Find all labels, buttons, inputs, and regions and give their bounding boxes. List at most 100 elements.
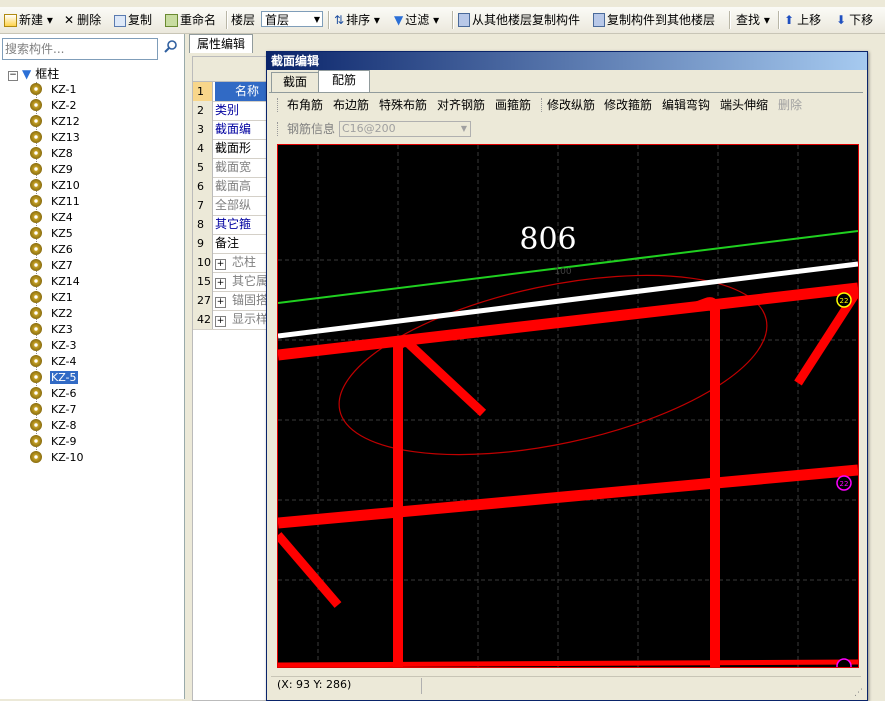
tree-item[interactable]: KZ9 bbox=[30, 162, 74, 178]
column-icon bbox=[30, 275, 42, 287]
tree-root[interactable]: − ▼ 框柱 bbox=[8, 66, 59, 82]
expand-icon[interactable]: + bbox=[215, 278, 226, 289]
filter-button[interactable]: ▼ 过滤 ▾ bbox=[394, 11, 439, 29]
tree-item[interactable]: KZ-10 bbox=[30, 450, 85, 466]
tree-item-label: KZ-4 bbox=[51, 355, 77, 368]
expand-icon[interactable]: + bbox=[215, 316, 226, 327]
tree-item[interactable]: KZ1 bbox=[30, 290, 74, 306]
tree-item[interactable]: KZ7 bbox=[30, 258, 74, 274]
rebar-info-select[interactable]: C16@200 ▼ bbox=[339, 121, 471, 137]
rebar-tool-button[interactable]: 编辑弯钩 bbox=[662, 96, 710, 114]
property-name-text: 其它箍 bbox=[215, 217, 252, 231]
delete-button[interactable]: ✕ 删除 bbox=[64, 11, 101, 29]
filter-icon: ▼ bbox=[22, 67, 32, 81]
tree-item[interactable]: KZ-2 bbox=[30, 98, 78, 114]
tree-item[interactable]: KZ-4 bbox=[30, 354, 78, 370]
property-name: 其它箍 bbox=[215, 215, 251, 234]
rebar-tool-button[interactable]: 修改箍筋 bbox=[604, 96, 652, 114]
rebar-marker-partial[interactable] bbox=[836, 658, 852, 674]
floor-select[interactable]: 首层 ▼ bbox=[261, 11, 323, 27]
search-input[interactable]: 搜索构件... bbox=[2, 38, 158, 60]
rebar-tool-button[interactable]: 画箍筋 bbox=[495, 96, 531, 114]
tree-item[interactable]: KZ12 bbox=[30, 114, 81, 130]
tab-property-edit[interactable]: 属性编辑 bbox=[189, 34, 253, 53]
move-up-button[interactable]: ⬆ 上移 bbox=[784, 11, 821, 29]
move-down-button[interactable]: ⬇ 下移 bbox=[836, 11, 873, 29]
expand-icon[interactable]: + bbox=[215, 297, 226, 308]
tree-item[interactable]: KZ3 bbox=[30, 322, 74, 338]
tree-item[interactable]: KZ-5 bbox=[30, 370, 78, 386]
tree-item[interactable]: KZ-9 bbox=[30, 434, 78, 450]
tab-section[interactable]: 截面 bbox=[271, 72, 319, 92]
tree-item[interactable]: KZ13 bbox=[30, 130, 81, 146]
tree-item[interactable]: KZ-3 bbox=[30, 338, 78, 354]
tree-item-label: KZ-3 bbox=[51, 339, 77, 352]
property-name: 全部纵 bbox=[215, 196, 251, 215]
tree-item[interactable]: KZ6 bbox=[30, 242, 74, 258]
property-name-text: 备注 bbox=[215, 236, 240, 250]
copy-from-other-floor-button[interactable]: 从其他楼层复制构件 bbox=[458, 11, 580, 29]
property-name-text: 全部纵 bbox=[215, 198, 252, 212]
property-name-text: 截面宽 bbox=[215, 160, 252, 174]
property-name-text: 其它属 bbox=[232, 274, 269, 288]
expand-icon[interactable]: + bbox=[215, 259, 226, 270]
tree-item[interactable]: KZ10 bbox=[30, 178, 81, 194]
tree-item-label: KZ11 bbox=[51, 195, 80, 208]
rebar-tool-button[interactable]: 对齐钢筋 bbox=[437, 96, 485, 114]
tree-item-label: KZ6 bbox=[51, 243, 73, 256]
rebar-marker-label: 22 bbox=[840, 297, 849, 305]
copy-to-other-floor-button[interactable]: 复制构件到其他楼层 bbox=[593, 11, 715, 29]
tree-item[interactable]: KZ-7 bbox=[30, 402, 78, 418]
column-icon bbox=[30, 451, 42, 463]
rebars bbox=[274, 282, 862, 668]
tree-item-label: KZ13 bbox=[51, 131, 80, 144]
property-name-text: 显示样 bbox=[232, 312, 269, 326]
column-icon bbox=[30, 83, 42, 95]
search-icon[interactable] bbox=[160, 38, 182, 60]
tree-item[interactable]: KZ8 bbox=[30, 146, 74, 162]
rebar-tool-button[interactable]: 布角筋 bbox=[287, 96, 323, 114]
chevron-down-icon: ▼ bbox=[313, 15, 320, 24]
delete-icon: ✕ bbox=[64, 13, 75, 27]
column-icon bbox=[30, 339, 42, 351]
rebar-tool-button[interactable]: 删除 bbox=[778, 96, 802, 114]
column-icon bbox=[30, 387, 42, 399]
collapse-icon[interactable]: − bbox=[8, 71, 18, 81]
row-number: 5 bbox=[193, 158, 213, 177]
column-icon bbox=[30, 419, 42, 431]
property-name: + 显示样 bbox=[215, 310, 268, 329]
find-button[interactable]: 查找 ▾ bbox=[736, 11, 770, 29]
rebar-tool-button[interactable]: 端头伸缩 bbox=[720, 96, 768, 114]
tree-item[interactable]: KZ-6 bbox=[30, 386, 78, 402]
floor-label: 楼层 bbox=[231, 13, 256, 27]
tree-item[interactable]: KZ-8 bbox=[30, 418, 78, 434]
tree-item-label: KZ10 bbox=[51, 179, 80, 192]
tab-rebar[interactable]: 配筋 bbox=[318, 70, 370, 93]
toolbar-grip bbox=[277, 98, 280, 112]
tree-item[interactable]: KZ-1 bbox=[30, 82, 78, 98]
copy-floor-icon bbox=[593, 13, 605, 27]
drawing-canvas[interactable]: 22 22 806 100 bbox=[274, 144, 862, 674]
rename-button[interactable]: 重命名 bbox=[165, 11, 216, 29]
resize-grip-icon[interactable]: ⋰ bbox=[854, 688, 863, 698]
property-name-text: 截面形 bbox=[215, 141, 252, 155]
toolbar-separator bbox=[452, 11, 454, 29]
tree-item[interactable]: KZ2 bbox=[30, 306, 74, 322]
property-name: 截面形 bbox=[215, 139, 251, 158]
rename-icon bbox=[165, 14, 178, 27]
rebar-tool-button[interactable]: 布边筋 bbox=[333, 96, 369, 114]
tree-item[interactable]: KZ14 bbox=[30, 274, 81, 290]
copy-button[interactable]: 复制 bbox=[114, 11, 152, 29]
tree-item[interactable]: KZ4 bbox=[30, 210, 74, 226]
toolbar-separator bbox=[541, 98, 544, 112]
toolbar-grip bbox=[277, 122, 280, 136]
tree-item-label: KZ2 bbox=[51, 307, 73, 320]
rebar-tool-button[interactable]: 修改纵筋 bbox=[547, 96, 595, 114]
tree-item[interactable]: KZ5 bbox=[30, 226, 74, 242]
property-name: + 锚固搭 bbox=[215, 291, 268, 310]
new-button[interactable]: 新建 ▾ bbox=[4, 11, 53, 29]
tree-item[interactable]: KZ11 bbox=[30, 194, 81, 210]
tree-item-label: KZ-6 bbox=[51, 387, 77, 400]
rebar-tool-button[interactable]: 特殊布筋 bbox=[379, 96, 427, 114]
sort-button[interactable]: ⇅ 排序 ▾ bbox=[334, 11, 380, 29]
